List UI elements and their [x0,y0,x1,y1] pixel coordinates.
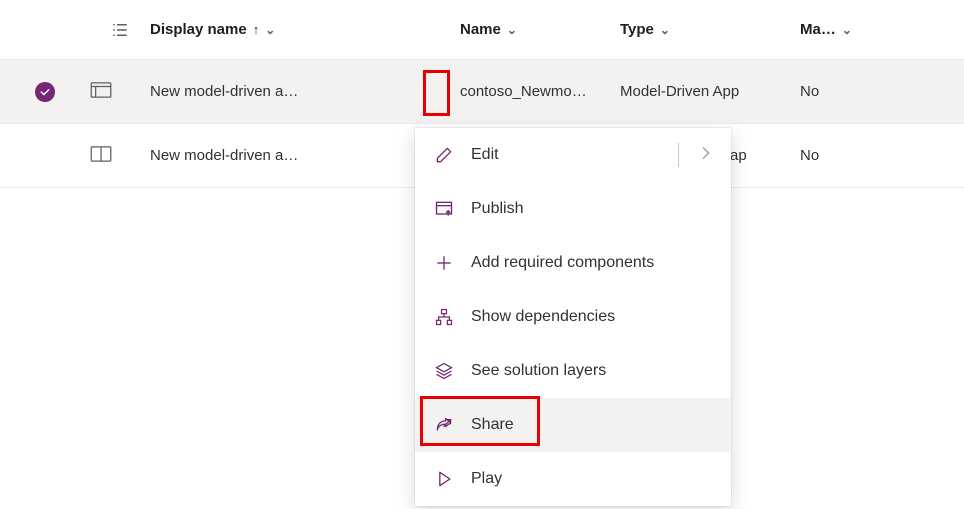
menu-label: Edit [471,146,662,164]
table-row[interactable]: New model-driven a… contoso_Newmo… Model… [0,60,964,124]
cell-managed: No [800,147,900,164]
menu-label: See solution layers [471,362,713,380]
cell-display-name[interactable]: New model-driven a… [150,83,410,100]
cell-type: Model-Driven App [620,83,800,100]
edit-icon [433,145,455,165]
menu-item-add-components[interactable]: Add required components [415,236,731,290]
column-display-name[interactable]: Display name ↑ ⌄ [150,21,410,38]
menu-label: Publish [471,200,713,218]
menu-item-publish[interactable]: Publish [415,182,731,236]
plus-icon [433,253,455,273]
publish-icon [433,199,455,219]
column-managed[interactable]: Ma… ⌄ [800,21,900,38]
menu-item-edit[interactable]: Edit [415,128,731,182]
column-type[interactable]: Type ⌄ [620,21,800,38]
hierarchy-icon [433,307,455,327]
list-settings-icon [111,21,129,39]
column-label: Type [620,21,654,38]
column-label: Name [460,21,501,38]
menu-label: Play [471,470,713,488]
chevron-down-icon: ⌄ [660,23,670,37]
chevron-down-icon: ⌄ [842,23,852,37]
menu-item-solution-layers[interactable]: See solution layers [415,344,731,398]
menu-label: Add required components [471,254,713,272]
checkmark-icon [35,82,55,102]
context-menu: Edit Publish Add required components [415,128,731,506]
cell-managed: No [800,83,900,100]
chevron-down-icon: ⌄ [265,23,275,37]
submenu-chevron-icon[interactable] [699,146,713,165]
app-type-icon [90,146,150,166]
column-name[interactable]: Name ⌄ [460,21,620,38]
layers-icon [433,361,455,381]
column-label: Ma… [800,21,836,38]
cell-name: contoso_Newmo… [460,83,620,100]
row-select[interactable] [0,82,90,102]
menu-item-play[interactable]: Play [415,452,731,506]
sort-asc-icon: ↑ [253,22,260,37]
table-header: Display name ↑ ⌄ Name ⌄ Type ⌄ Ma… ⌄ [0,0,964,60]
annotation-highlight-share [420,396,540,446]
column-icon-header[interactable] [90,21,150,39]
cell-display-name[interactable]: New model-driven a… [150,147,410,164]
menu-item-show-dependencies[interactable]: Show dependencies [415,290,731,344]
app-type-icon [90,82,150,102]
menu-divider [678,143,679,167]
play-icon [433,469,455,489]
menu-label: Show dependencies [471,308,713,326]
chevron-down-icon: ⌄ [507,23,517,37]
annotation-highlight-more-button [423,70,450,116]
column-label: Display name [150,21,247,38]
